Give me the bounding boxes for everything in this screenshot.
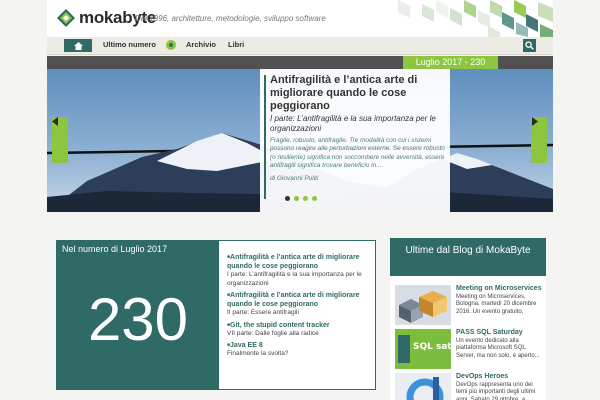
slider-prev-button[interactable] — [52, 117, 68, 163]
slider-dot[interactable] — [303, 196, 308, 201]
list-item: Antifragilità e l’antica arte di miglior… — [227, 291, 373, 318]
search-button[interactable] — [523, 39, 536, 52]
tagline: Dal 1996, architetture, metodologie, svi… — [135, 14, 326, 23]
list-item: Antifragilità e l’antica arte di miglior… — [227, 253, 373, 288]
blog-item-desc: Meeting on Microservices, Bologna, marte… — [456, 293, 537, 315]
blog-text: PASS SQL Saturday Un evento dedicato all… — [456, 329, 544, 360]
blog-item[interactable]: Meeting on Microservices Meeting on Micr… — [395, 285, 545, 325]
blog-item[interactable]: SQL saturday PASS SQL Saturday Un evento… — [395, 329, 545, 369]
hero-slider: Antifragilità e l’antica arte di miglior… — [47, 69, 553, 212]
current-issue-box: Nel numero di Luglio 2017 230 Antifragil… — [56, 240, 376, 390]
list-item: Java EE 8 Finalmente la svolta? — [227, 341, 373, 359]
slider-dot[interactable] — [312, 196, 317, 201]
article-subtitle: VII parte: Dalle foglie alla radice — [227, 329, 319, 337]
decorative-cubes — [398, 0, 553, 37]
article-link[interactable]: Java EE 8 — [227, 341, 373, 350]
sql-saturday-logo: SQL saturday — [413, 342, 451, 352]
blog-thumbnail[interactable]: SQL saturday — [395, 329, 451, 369]
article-link[interactable]: Antifragilità e l’antica arte di miglior… — [227, 291, 373, 309]
hero-article-subtitle: I parte: L’antifragilità e la sua import… — [270, 114, 436, 133]
home-button[interactable] — [64, 39, 92, 52]
nav-ultimo-numero[interactable]: Ultimo numero — [103, 40, 156, 49]
article-subtitle: I parte: L’antifragilità e la sua import… — [227, 271, 362, 287]
search-icon — [525, 41, 534, 50]
issue-number: 230 — [87, 286, 189, 353]
main-navigation: Ultimo numero Archivio Libri — [47, 37, 553, 55]
hero-article-description: Fragile, robusto, antifragile. Tre modal… — [270, 137, 445, 170]
chevron-left-icon — [52, 117, 58, 126]
issue-number-panel[interactable]: Nel numero di Luglio 2017 230 — [57, 241, 219, 389]
article-subtitle: II parte: Essere antifragili — [227, 309, 299, 316]
blog-heading: Ultime dal Blog di MokaByte — [390, 238, 546, 276]
slider-dot[interactable] — [285, 196, 290, 201]
issue-article-list: Antifragilità e l’antica arte di miglior… — [227, 253, 373, 362]
blog-thumbnail[interactable] — [395, 285, 451, 325]
blog-item-desc: Un evento dedicato alla piattaforma Micr… — [456, 337, 540, 359]
issue-bar: Luglio 2017 - 230 — [47, 56, 553, 69]
blog-item-title[interactable]: DevOps Heroes — [456, 373, 544, 382]
issue-heading: Nel numero di Luglio 2017 — [62, 244, 168, 254]
list-item: Git, the stupid content tracker VII part… — [227, 321, 373, 339]
card-accent-bar — [264, 75, 266, 199]
slider-dots — [285, 196, 317, 201]
logo-icon[interactable] — [57, 9, 75, 27]
blog-text: Meeting on Microservices Meeting on Micr… — [456, 285, 544, 316]
blog-box: Ultime dal Blog di MokaByte Meeting on M… — [390, 238, 546, 400]
blog-item-title[interactable]: Meeting on Microservices — [456, 285, 544, 294]
site-header: mokabyte Dal 1996, architetture, metodol… — [47, 0, 553, 37]
chevron-right-icon — [532, 117, 538, 126]
blog-thumbnail[interactable] — [395, 373, 451, 400]
hero-article-card[interactable]: Antifragilità e l’antica arte di miglior… — [260, 69, 450, 212]
slider-next-button[interactable] — [531, 117, 547, 163]
blog-item-desc: DevOps rappresenta uno dei temi più impo… — [456, 381, 536, 400]
hero-article-title[interactable]: Antifragilità e l’antica arte di miglior… — [270, 74, 445, 113]
home-icon — [73, 41, 83, 50]
slider-dot[interactable] — [294, 196, 299, 201]
hero-article-author: di Giovanni Puliti — [270, 174, 319, 182]
nav-archivio[interactable]: Archivio — [186, 40, 216, 49]
current-issue-label[interactable]: Luglio 2017 - 230 — [403, 56, 498, 69]
nav-libri[interactable]: Libri — [228, 40, 244, 49]
blog-item[interactable]: DevOps Heroes DevOps rappresenta uno dei… — [395, 373, 545, 400]
cube-icon — [166, 40, 176, 50]
article-link[interactable]: Antifragilità e l’antica arte di miglior… — [227, 253, 373, 271]
blog-item-title[interactable]: PASS SQL Saturday — [456, 329, 544, 338]
blog-text: DevOps Heroes DevOps rappresenta uno dei… — [456, 373, 544, 400]
article-subtitle: Finalmente la svolta? — [227, 350, 289, 357]
article-link[interactable]: Git, the stupid content tracker — [227, 321, 373, 330]
